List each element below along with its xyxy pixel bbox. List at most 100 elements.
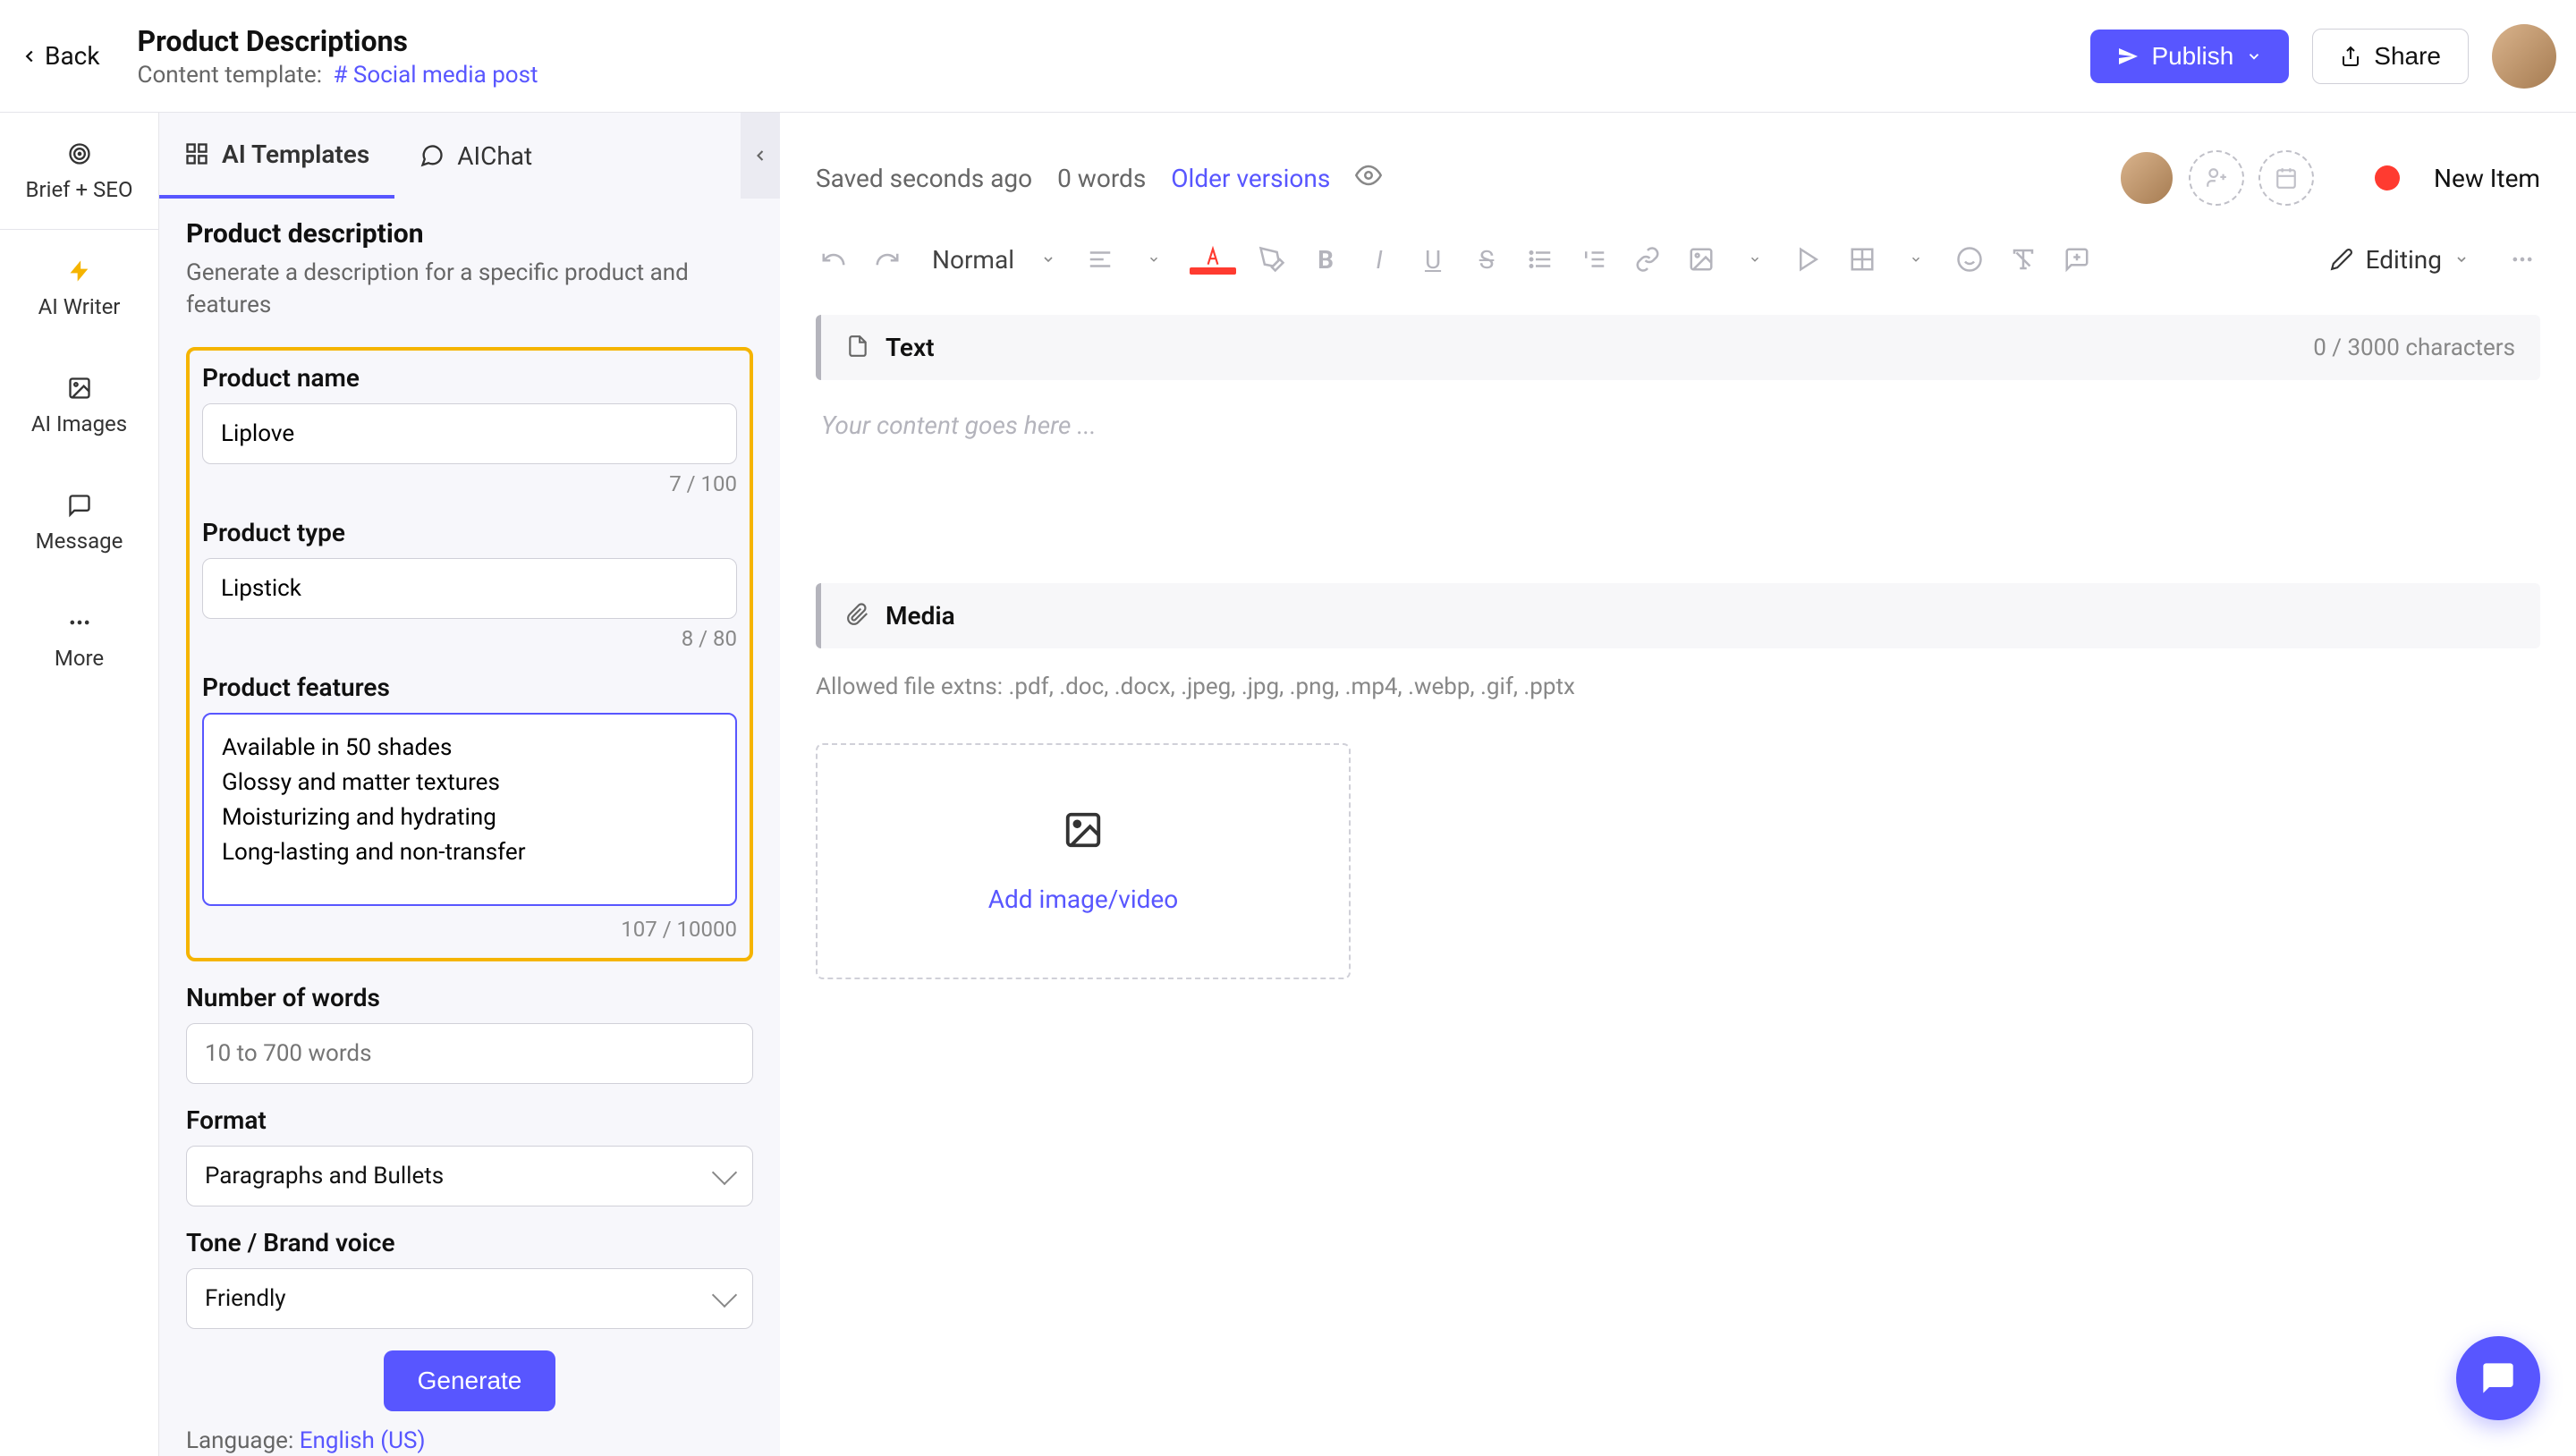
hash-icon: # xyxy=(333,62,347,89)
section-title: Product description xyxy=(186,218,753,250)
undo-button[interactable] xyxy=(816,241,852,277)
title-block: Product Descriptions Content template: #… xyxy=(138,24,2091,89)
more-toolbar-button[interactable] xyxy=(2504,241,2540,277)
product-features-count: 107 / 10000 xyxy=(202,917,737,942)
product-name-label: Product name xyxy=(202,363,737,393)
text-color-button[interactable] xyxy=(1195,244,1231,269)
tab-ai-templates[interactable]: AI Templates xyxy=(159,113,394,199)
product-features-label: Product features xyxy=(202,673,737,702)
link-button[interactable] xyxy=(1630,241,1665,277)
status-label[interactable]: New Item xyxy=(2434,164,2540,193)
eye-icon[interactable] xyxy=(1355,162,1382,195)
tab-ai-chat[interactable]: AIChat xyxy=(394,113,557,199)
media-dropzone[interactable]: Add image/video xyxy=(816,743,1351,979)
comment-button[interactable] xyxy=(2059,241,2095,277)
nav-message-label: Message xyxy=(36,529,123,554)
chat-launcher-button[interactable] xyxy=(2456,1336,2540,1420)
share-button[interactable]: Share xyxy=(2312,29,2469,84)
media-hint: Allowed file extns: .pdf, .doc, .docx, .… xyxy=(816,673,2540,700)
product-type-input[interactable] xyxy=(202,558,737,619)
saved-text: Saved seconds ago xyxy=(816,164,1032,193)
send-icon xyxy=(2117,46,2139,67)
insert-table-button[interactable] xyxy=(1844,241,1880,277)
align-chevron[interactable] xyxy=(1136,241,1172,277)
paragraph-style-select[interactable]: Normal xyxy=(923,245,1064,275)
chat-icon xyxy=(419,143,445,168)
image-icon xyxy=(65,374,94,402)
grid-icon xyxy=(184,141,209,166)
editor-toolbar: Normal B I U S xyxy=(816,241,2540,277)
nav-ai-writer[interactable]: AI Writer xyxy=(0,230,158,347)
add-collaborator-button[interactable] xyxy=(2189,150,2244,206)
back-label: Back xyxy=(45,41,100,71)
numbered-list-button[interactable] xyxy=(1576,241,1612,277)
language-link[interactable]: English (US) xyxy=(300,1427,426,1454)
status-dot xyxy=(2375,165,2400,190)
nav-more[interactable]: More xyxy=(0,581,158,698)
numwords-input[interactable] xyxy=(186,1023,753,1084)
left-nav: Brief + SEO AI Writer AI Images Message … xyxy=(0,113,159,1456)
bold-button[interactable]: B xyxy=(1308,241,1343,277)
tone-select[interactable]: Friendly xyxy=(186,1268,753,1329)
insert-image-chevron[interactable] xyxy=(1737,241,1773,277)
strike-button[interactable]: S xyxy=(1469,241,1504,277)
chevron-down-icon xyxy=(1041,252,1055,267)
collaborator-avatar[interactable] xyxy=(2119,150,2174,206)
pencil-icon xyxy=(2330,248,2353,271)
insert-image-button[interactable] xyxy=(1683,241,1719,277)
highlighted-inputs-box: Product name 7 / 100 Product type 8 / 80… xyxy=(186,347,753,961)
media-block-header[interactable]: Media xyxy=(816,583,2540,648)
nav-more-label: More xyxy=(55,646,104,671)
template-tag-link[interactable]: Social media post xyxy=(353,62,538,89)
product-type-count: 8 / 80 xyxy=(202,626,737,651)
format-select[interactable]: Paragraphs and Bullets xyxy=(186,1146,753,1206)
nav-ai-writer-label: AI Writer xyxy=(38,294,121,319)
insert-table-chevron[interactable] xyxy=(1898,241,1934,277)
text-block-label: Text xyxy=(886,333,2313,362)
product-type-label: Product type xyxy=(202,518,737,547)
format-label: Format xyxy=(186,1105,753,1135)
chevron-down-icon xyxy=(2454,252,2469,267)
schedule-button[interactable] xyxy=(2258,150,2314,206)
product-name-input[interactable] xyxy=(202,403,737,464)
target-icon xyxy=(65,140,94,168)
older-versions-link[interactable]: Older versions xyxy=(1171,164,1330,193)
clear-format-button[interactable] xyxy=(2005,241,2041,277)
text-block-header[interactable]: Text 0 / 3000 characters xyxy=(816,315,2540,380)
chevron-left-icon xyxy=(751,147,769,165)
italic-button[interactable]: I xyxy=(1361,241,1397,277)
nav-message[interactable]: Message xyxy=(0,464,158,581)
bolt-icon xyxy=(65,257,94,285)
nav-ai-images[interactable]: AI Images xyxy=(0,347,158,464)
more-icon xyxy=(65,608,94,637)
emoji-button[interactable] xyxy=(1952,241,1987,277)
chevron-down-icon xyxy=(2246,48,2262,64)
redo-button[interactable] xyxy=(869,241,905,277)
word-count: 0 words xyxy=(1057,164,1146,193)
sidebar-panel: AI Templates AIChat Product description … xyxy=(159,113,780,1456)
highlight-button[interactable] xyxy=(1254,241,1290,277)
text-editor-area[interactable]: Your content goes here ... xyxy=(816,405,2540,529)
nav-brief-seo[interactable]: Brief + SEO xyxy=(0,113,158,230)
bullet-list-button[interactable] xyxy=(1522,241,1558,277)
product-features-textarea[interactable] xyxy=(202,713,737,906)
page-subtitle: Content template: # Social media post xyxy=(138,62,2091,89)
text-char-counter: 0 / 3000 characters xyxy=(2313,334,2515,361)
underline-button[interactable]: U xyxy=(1415,241,1451,277)
editing-mode-select[interactable]: Editing xyxy=(2330,245,2469,275)
media-block-label: Media xyxy=(886,601,955,631)
section-description: Generate a description for a specific pr… xyxy=(186,257,753,322)
generate-button[interactable]: Generate xyxy=(384,1350,556,1411)
align-button[interactable] xyxy=(1082,241,1118,277)
product-name-count: 7 / 100 xyxy=(202,471,737,496)
publish-button[interactable]: Publish xyxy=(2090,30,2289,83)
document-icon xyxy=(846,334,869,361)
nav-ai-images-label: AI Images xyxy=(31,411,127,436)
editor-main: Saved seconds ago 0 words Older versions… xyxy=(780,113,2576,1456)
collapse-panel-button[interactable] xyxy=(741,113,780,199)
chat-bubble-icon xyxy=(2480,1360,2516,1396)
back-button[interactable]: Back xyxy=(20,41,100,71)
text-color-swatch xyxy=(1190,267,1236,275)
insert-video-button[interactable] xyxy=(1791,241,1826,277)
user-avatar[interactable] xyxy=(2492,24,2556,89)
